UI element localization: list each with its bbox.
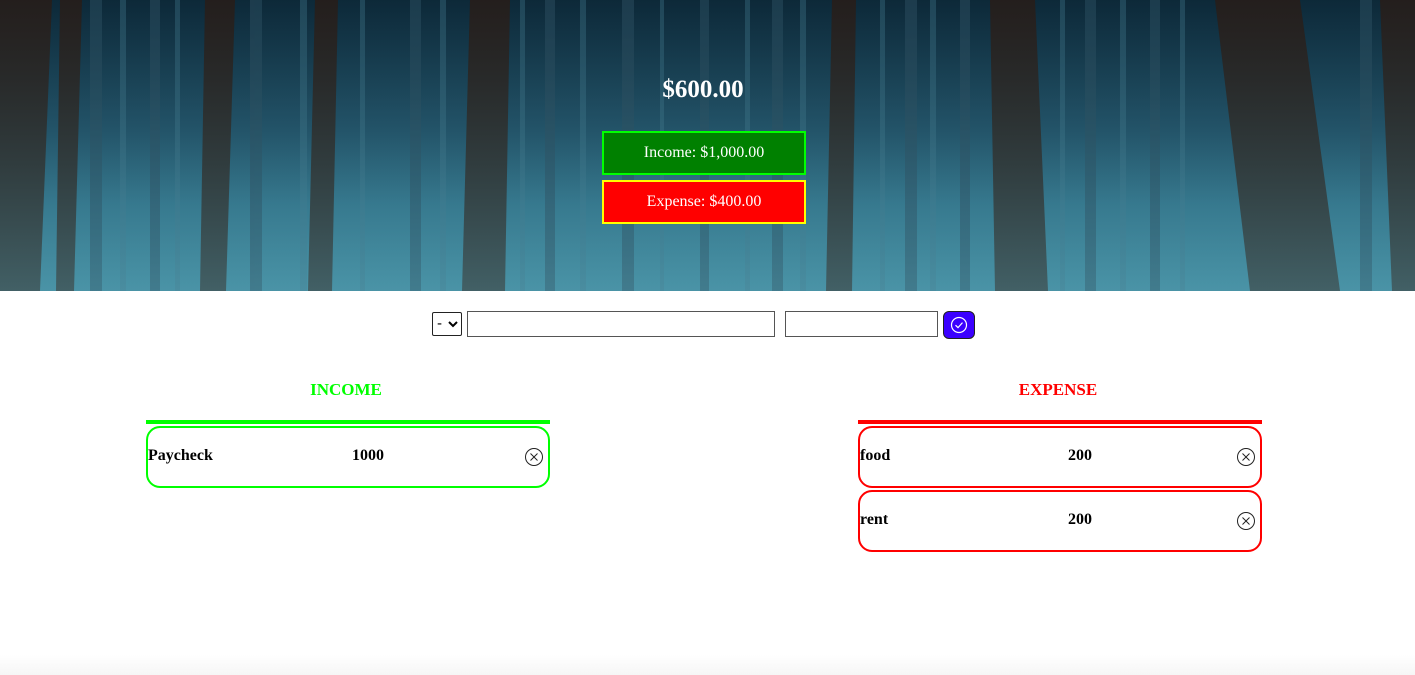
- expense-divider: [858, 420, 1262, 424]
- header-hero: $600.00 Income: $1,000.00 Expense: $400.…: [0, 0, 1415, 291]
- expense-column-title: EXPENSE: [1018, 380, 1098, 399]
- income-summary-box: Income: $1,000.00: [602, 131, 806, 175]
- balance-total: $600.00: [662, 76, 744, 103]
- item-description: Paycheck: [148, 447, 213, 464]
- delete-circle-x-icon[interactable]: [524, 447, 544, 467]
- delete-circle-x-icon[interactable]: [1236, 447, 1256, 467]
- item-value: 1000: [352, 447, 384, 464]
- expense-list: food 200 rent 200: [858, 426, 1262, 554]
- add-entry-button[interactable]: [943, 311, 975, 339]
- checkmark-circle-icon: [950, 316, 968, 334]
- expense-item: rent 200: [858, 490, 1262, 552]
- income-column-title: INCOME: [310, 380, 382, 399]
- value-input[interactable]: [785, 311, 938, 337]
- income-item: Paycheck 1000: [146, 426, 550, 488]
- item-description: food: [860, 447, 891, 464]
- income-list: Paycheck 1000: [146, 426, 550, 490]
- add-entry-form: -: [0, 311, 1415, 341]
- type-select[interactable]: -: [432, 312, 462, 336]
- item-value: 200: [1068, 511, 1092, 528]
- expense-item: food 200: [858, 426, 1262, 488]
- income-divider: [146, 420, 550, 424]
- expense-summary-box: Expense: $400.00: [602, 180, 806, 224]
- item-description: rent: [860, 511, 889, 528]
- item-value: 200: [1068, 447, 1092, 464]
- delete-circle-x-icon[interactable]: [1236, 511, 1256, 531]
- description-input[interactable]: [467, 311, 775, 337]
- bottom-shadow: [0, 655, 1415, 675]
